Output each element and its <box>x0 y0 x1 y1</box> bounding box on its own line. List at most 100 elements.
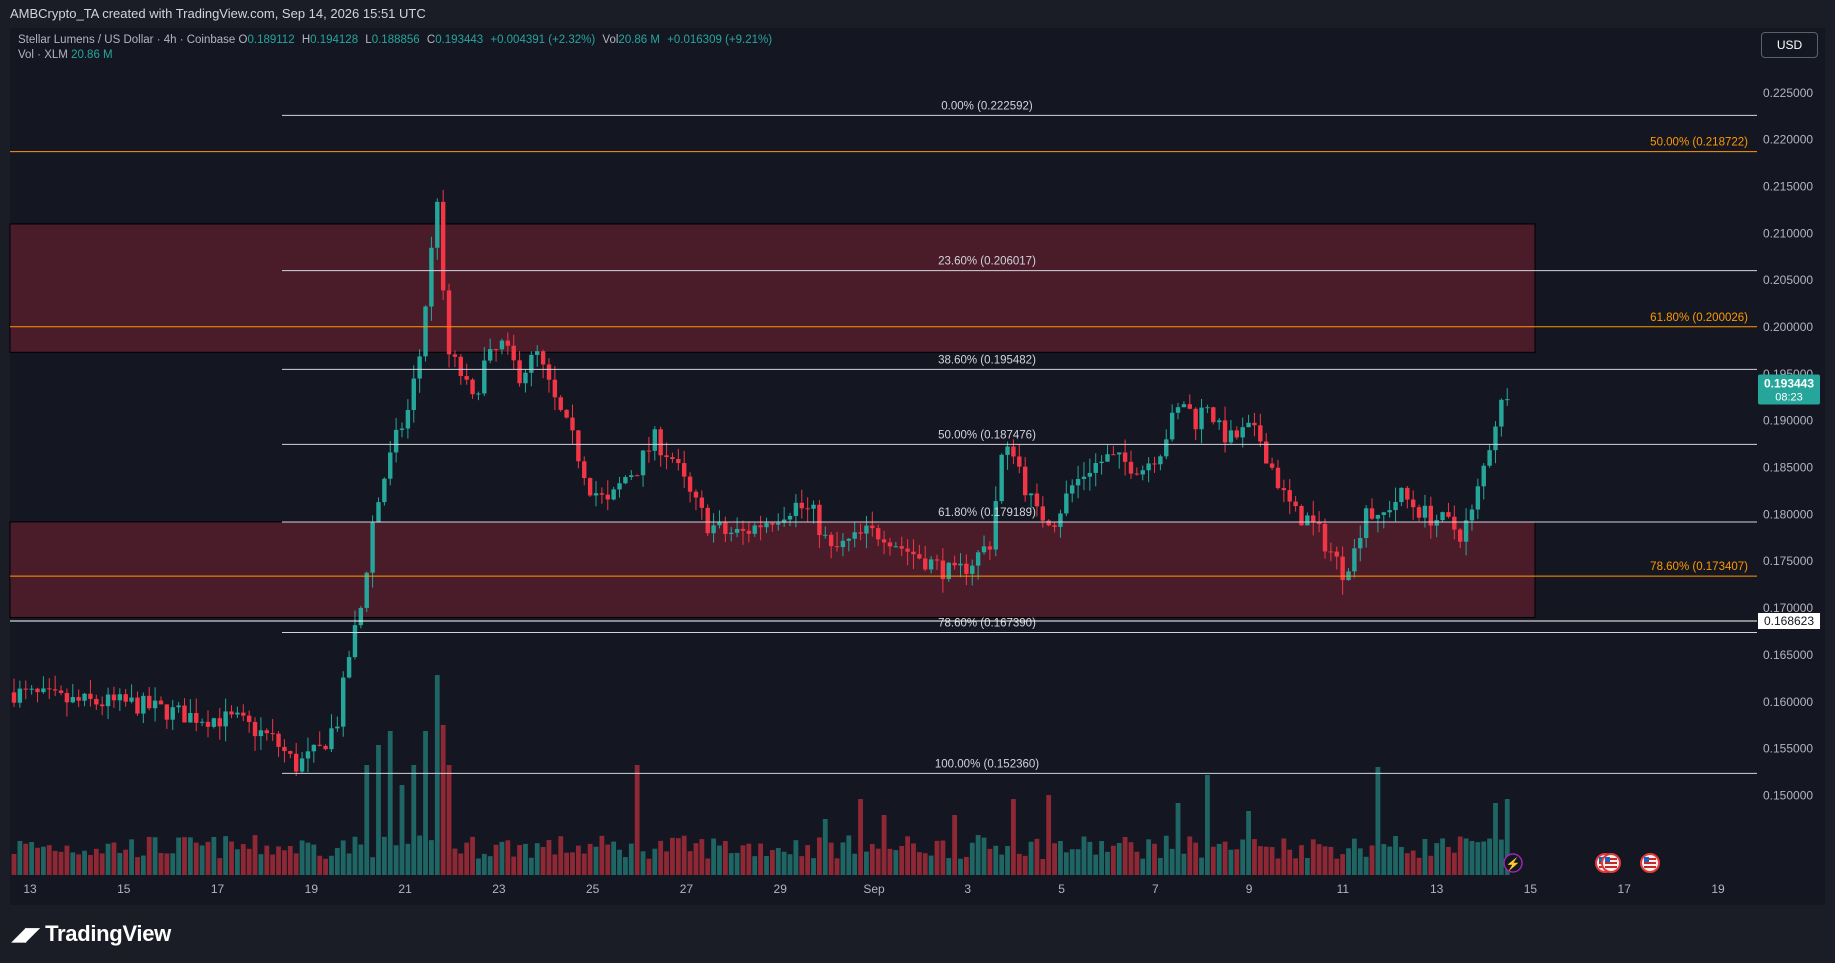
volume-bar <box>981 837 987 875</box>
volume-bar <box>246 848 252 875</box>
close-value: 0.193443 <box>435 34 484 46</box>
price-tick: 0.180000 <box>1763 507 1813 521</box>
volume-bar <box>1410 850 1416 875</box>
candle-body <box>235 712 240 715</box>
price-tick: 0.170000 <box>1763 601 1813 615</box>
candle-body <box>105 694 111 707</box>
volume-bar <box>628 843 634 875</box>
time-tick: Sep <box>863 882 885 896</box>
candle-body <box>517 360 522 384</box>
candle-body <box>776 522 781 525</box>
candle-body <box>611 489 616 500</box>
volume-bar <box>1163 835 1169 875</box>
volume-bar <box>1058 840 1063 875</box>
lightning-glyph: ⚡ <box>1506 857 1521 871</box>
volume-bar <box>1069 849 1075 875</box>
candle-body <box>1410 499 1416 508</box>
candle-body <box>1287 490 1292 502</box>
candle-body <box>241 712 246 716</box>
volume-bar <box>434 675 440 875</box>
volume-bar <box>1234 849 1240 875</box>
volume-bar <box>1322 846 1328 875</box>
candle-body <box>552 379 558 398</box>
candle-body <box>570 417 575 431</box>
candle-body <box>564 409 569 418</box>
candle-body <box>964 563 969 574</box>
volume-value: 20.86 M <box>618 34 660 46</box>
candle-body <box>99 704 105 707</box>
candle-body <box>317 744 322 746</box>
volume-row-label: Vol · XLM <box>18 49 68 61</box>
candle-body <box>1164 439 1169 457</box>
time-tick: 11 <box>1337 882 1350 896</box>
candle-body <box>358 607 364 626</box>
volume-bar <box>340 840 346 875</box>
candle-body <box>1134 473 1140 475</box>
candle-body <box>658 429 663 456</box>
candle-body <box>223 711 228 727</box>
volume-bar <box>293 853 299 875</box>
volume-bar <box>417 835 423 875</box>
fib-label-white: 23.60% (0.206017) <box>938 256 1036 268</box>
candle-body <box>1481 465 1486 487</box>
volume-bar <box>575 845 581 875</box>
candle-body <box>852 532 857 539</box>
volume-bar <box>523 843 528 875</box>
volume-bar <box>311 844 317 875</box>
candle-body <box>911 551 916 555</box>
time-tick: 15 <box>117 882 131 896</box>
tradingview-brand[interactable]: ◢◤ TradingView <box>12 921 171 947</box>
candle-body <box>664 455 669 458</box>
candle-body <box>652 429 658 451</box>
candle-body <box>499 340 505 350</box>
volume-bar <box>934 840 940 875</box>
candle-body <box>1311 515 1316 523</box>
volume-bar <box>70 852 76 875</box>
volume-bar <box>405 843 411 875</box>
volume-bar <box>140 855 146 875</box>
volume-bar <box>1451 852 1457 875</box>
candle-body <box>152 700 158 709</box>
candle-body <box>182 705 187 723</box>
candle-body <box>599 493 605 495</box>
volume-bar <box>35 847 40 875</box>
volume-bar <box>605 844 611 875</box>
candle-body <box>199 721 205 723</box>
time-tick: 27 <box>680 882 694 896</box>
price-tick: 0.205000 <box>1763 273 1813 287</box>
candle-body <box>1193 408 1198 430</box>
volume-bar <box>476 858 481 875</box>
time-tick: 19 <box>1711 882 1725 896</box>
candle-body <box>88 693 93 699</box>
volume-bar <box>593 846 599 875</box>
candle-body <box>1093 463 1098 473</box>
candle-body <box>382 478 387 503</box>
volume-bar <box>864 851 869 875</box>
volume-bar <box>1216 843 1222 875</box>
volume-bar <box>1210 846 1216 875</box>
candle-body <box>623 477 628 484</box>
volume-bar <box>1152 843 1157 875</box>
volume-bar <box>1034 838 1040 875</box>
tradingview-logo-icon: ◢◤ <box>12 923 40 944</box>
fib-label-white: 38.60% (0.195482) <box>938 354 1036 366</box>
time-tick: 7 <box>1152 882 1159 896</box>
candle-body <box>76 697 81 701</box>
volume-bar <box>446 765 452 875</box>
candle-body <box>934 559 940 561</box>
volume-bar <box>634 765 640 875</box>
volume-bar <box>869 844 875 875</box>
price-chart[interactable]: 0.00% (0.222592) 23.60% (0.206017) 38.60% … <box>0 0 1835 963</box>
candle-body <box>1216 420 1222 423</box>
volume-bar <box>129 839 134 875</box>
candle-body <box>1416 507 1422 518</box>
candle-body <box>705 507 710 534</box>
volume-bar <box>764 855 769 875</box>
candle-body <box>605 494 610 500</box>
currency-button[interactable]: USD <box>1761 32 1818 58</box>
volume-bar <box>99 853 105 875</box>
candle-body <box>1022 466 1028 496</box>
volume-bar <box>1205 775 1210 875</box>
candle-body <box>1269 463 1275 468</box>
volume-bar <box>1434 843 1440 875</box>
